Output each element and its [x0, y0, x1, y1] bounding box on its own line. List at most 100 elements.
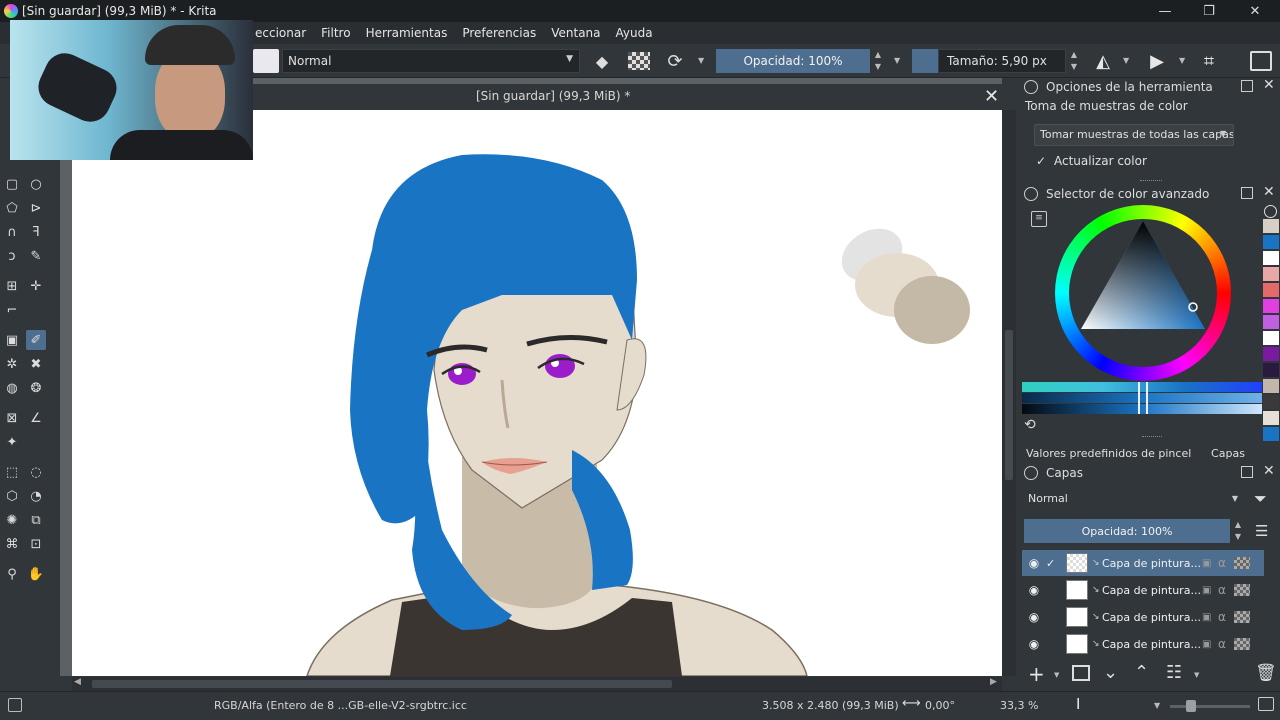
layer-opacity-slider[interactable]: Opacidad: 100%: [1024, 519, 1230, 543]
menu-tools[interactable]: Herramientas: [366, 26, 448, 40]
layer-check-icon[interactable]: ✓: [1046, 557, 1062, 570]
freehand-path-icon[interactable]: ꟻ: [26, 222, 46, 242]
pin-icon[interactable]: [1258, 697, 1274, 711]
reload-preset-icon[interactable]: ⟳: [664, 50, 686, 72]
move-layer-up-icon[interactable]: ⌃: [1134, 662, 1149, 683]
bezier-select-icon[interactable]: ⌘: [2, 534, 22, 554]
layer-blend-mode-select[interactable]: Normal ▼: [1024, 489, 1244, 509]
layer-opacity-stepper[interactable]: ▲ ▼: [1232, 519, 1244, 543]
brush-status-icon[interactable]: [8, 698, 22, 712]
polygon-tool-icon[interactable]: ⬠: [2, 198, 22, 218]
palette-swatch[interactable]: [1263, 267, 1279, 281]
menu-help[interactable]: Ayuda: [616, 26, 653, 40]
zoom-tool-icon[interactable]: ⚲: [2, 564, 22, 584]
chevron-down-icon[interactable]: ▼: [894, 56, 900, 65]
alpha-icon[interactable]: α: [1218, 637, 1234, 651]
alpha-icon[interactable]: α: [1218, 610, 1234, 624]
freehand-select-icon[interactable]: ◔: [26, 486, 46, 506]
panel-splitter[interactable]: [1140, 180, 1162, 182]
filter-icon[interactable]: ⏷: [1254, 489, 1267, 509]
rotate-canvas-icon[interactable]: ⟷: [902, 696, 921, 711]
chevron-down-icon[interactable]: ▼: [1054, 671, 1059, 679]
layer-properties-icon[interactable]: ☷: [1166, 662, 1182, 683]
palette-swatch[interactable]: [1263, 219, 1279, 233]
lock-icon[interactable]: ▣: [1202, 612, 1218, 623]
dynamic-brush-icon[interactable]: ↄ: [2, 246, 22, 266]
menu-window[interactable]: Ventana: [551, 26, 600, 40]
ellipse-tool-icon[interactable]: ○: [26, 174, 46, 194]
palette-swatch[interactable]: [1263, 379, 1279, 393]
scroll-left-icon[interactable]: ◀: [74, 677, 81, 687]
lock-icon[interactable]: ▣: [1202, 639, 1218, 650]
chevron-down-icon[interactable]: ▼: [1154, 701, 1160, 710]
gradient-tool-icon[interactable]: ▣: [2, 330, 22, 350]
reference-tool-icon[interactable]: ✦: [2, 432, 22, 452]
colorize-mask-icon[interactable]: ✖: [26, 354, 46, 374]
move-layer-down-icon[interactable]: ⌄: [1103, 662, 1118, 683]
wrap-around-icon[interactable]: ⌗: [1198, 51, 1220, 72]
move-tool-icon[interactable]: ✛: [26, 276, 46, 296]
flow-slider[interactable]: [912, 49, 938, 73]
contiguous-select-icon[interactable]: ✺: [2, 510, 22, 530]
hue-slider[interactable]: [1022, 382, 1262, 392]
sample-mode-select[interactable]: Tomar muestras de todas las capas: [1034, 124, 1234, 146]
opacity-slider[interactable]: Opacidad: 100%: [716, 49, 870, 73]
palette-swatch[interactable]: [1263, 251, 1279, 265]
palette-swatch[interactable]: [1263, 283, 1279, 297]
opacity-stepper[interactable]: ▲ ▼: [872, 49, 884, 73]
layer-name[interactable]: Capa de pintura...: [1102, 557, 1202, 570]
multibrush-icon[interactable]: ✎: [26, 246, 46, 266]
inherit-alpha-icon[interactable]: [1234, 611, 1250, 623]
rect-select-icon[interactable]: ⬚: [2, 462, 22, 482]
palette-swatch[interactable]: [1263, 331, 1279, 345]
similar-select-icon[interactable]: ⧉: [26, 510, 46, 530]
update-color-checkbox[interactable]: ✓: [1036, 154, 1046, 168]
tab-brush-presets[interactable]: Valores predefinidos de pincel: [1026, 444, 1198, 464]
polygon-select-icon[interactable]: ⬡: [2, 486, 22, 506]
palette-swatch[interactable]: [1263, 363, 1279, 377]
panel-splitter[interactable]: [1142, 436, 1162, 438]
tool-options-toggle-icon[interactable]: [1024, 80, 1038, 94]
mirror-vertical-icon[interactable]: ▶: [1146, 51, 1168, 72]
close-panel-icon[interactable]: ✕: [1263, 463, 1275, 479]
inherit-alpha-icon[interactable]: [1234, 638, 1250, 650]
bezier-tool-icon[interactable]: ∩: [2, 222, 22, 242]
layer-name[interactable]: Capa de pintura...: [1102, 584, 1202, 597]
float-panel-icon[interactable]: [1241, 80, 1253, 92]
lock-icon[interactable]: ▣: [1202, 585, 1218, 596]
blend-mode-select[interactable]: Normal ▼: [282, 49, 580, 73]
brush-preset-icon[interactable]: [253, 49, 279, 73]
layer-row[interactable]: ◉ ↘ Capa de pintura... ▣ α: [1022, 577, 1264, 603]
close-panel-icon[interactable]: ✕: [1263, 184, 1275, 200]
rectangle-tool-icon[interactable]: ▢: [2, 174, 22, 194]
value-slider[interactable]: [1022, 393, 1262, 403]
ellipse-select-icon[interactable]: ◌: [26, 462, 46, 482]
eye-icon[interactable]: ◉: [1022, 583, 1046, 597]
horizontal-scrollbar[interactable]: ◀ ▶: [72, 677, 1002, 691]
zoom-slider-handle[interactable]: [1186, 700, 1196, 712]
delete-layer-icon[interactable]: 🗑: [1255, 663, 1277, 683]
palette-swatch[interactable]: [1263, 395, 1279, 409]
chevron-down-icon[interactable]: ▼: [1194, 671, 1199, 679]
palette-swatch[interactable]: [1263, 315, 1279, 329]
measure-tool-icon[interactable]: ∠: [26, 408, 46, 428]
chevron-down-icon[interactable]: ▼: [1179, 56, 1185, 65]
mirror-horizontal-icon[interactable]: ◭: [1092, 51, 1114, 72]
smart-patch-icon[interactable]: ✲: [2, 354, 22, 374]
eraser-icon[interactable]: ◆: [592, 52, 612, 71]
inherit-alpha-icon[interactable]: [1234, 584, 1250, 596]
layers-menu-icon[interactable]: ☰: [1255, 522, 1268, 540]
chevron-down-icon[interactable]: ▼: [698, 56, 704, 65]
color-picker-tool-icon[interactable]: ✐: [26, 330, 46, 350]
color-selector-settings-icon[interactable]: ≡: [1031, 211, 1047, 227]
menu-preferences[interactable]: Preferencias: [462, 26, 536, 40]
size-slider[interactable]: Tamaño: 5,90 px: [938, 49, 1066, 73]
eye-icon[interactable]: ◉: [1022, 610, 1046, 624]
refresh-icon[interactable]: ⟲: [1024, 417, 1036, 433]
alpha-icon[interactable]: α: [1218, 556, 1234, 570]
zoom-field[interactable]: 33,3 %: [1000, 699, 1038, 712]
chevron-down-icon[interactable]: ▼: [1220, 129, 1226, 138]
layer-row[interactable]: ◉ ↘ Capa de pintura... ▣ α: [1022, 604, 1264, 630]
vertical-scroll-thumb[interactable]: [1005, 330, 1013, 480]
lock-icon[interactable]: ▣: [1202, 558, 1218, 569]
